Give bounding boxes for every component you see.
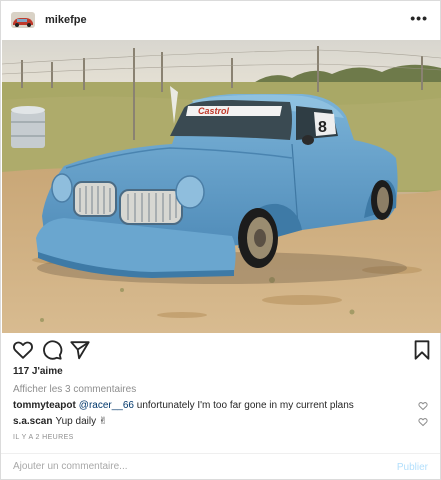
like-count[interactable]: 117 J'aime <box>13 366 63 377</box>
post-username[interactable]: mikefpe <box>45 14 87 26</box>
avatar[interactable] <box>11 12 35 28</box>
instagram-post: mikefpe ••• Castrol 8 117 J'aime Affiche… <box>0 0 441 480</box>
comment-heart-icon[interactable] <box>418 401 428 411</box>
comment-username[interactable]: s.a.scan <box>13 416 52 427</box>
action-bar <box>1 339 440 361</box>
share-icon[interactable] <box>69 339 91 361</box>
more-options-icon[interactable]: ••• <box>410 10 428 26</box>
add-comment-bar: Publier <box>1 453 440 480</box>
comment-text: Yup daily ✌ <box>55 416 108 427</box>
post-header: mikefpe ••• <box>1 1 440 39</box>
heart-icon[interactable] <box>12 339 34 361</box>
comment-item: tommyteapot @racer__66 unfortunately I'm … <box>13 400 413 412</box>
comment-text: unfortunately I'm too far gone in my cur… <box>133 400 354 411</box>
comment-item: s.a.scan Yup daily ✌ <box>13 416 413 428</box>
windshield-banner-text: Castrol <box>198 106 230 116</box>
bookmark-icon[interactable] <box>411 339 433 361</box>
comment-mention[interactable]: @racer__66 <box>79 400 134 411</box>
post-photo[interactable]: Castrol 8 <box>2 40 441 333</box>
comment-icon[interactable] <box>41 339 63 361</box>
comment-username[interactable]: tommyteapot <box>13 400 76 411</box>
publish-button[interactable]: Publier <box>397 462 428 473</box>
comment-input[interactable] <box>13 461 353 472</box>
comment-heart-icon[interactable] <box>418 417 428 427</box>
post-timestamp[interactable]: IL Y A 2 HEURES <box>13 434 74 441</box>
door-number-text: 8 <box>318 119 327 136</box>
view-all-comments-link[interactable]: Afficher les 3 commentaires <box>13 384 136 395</box>
